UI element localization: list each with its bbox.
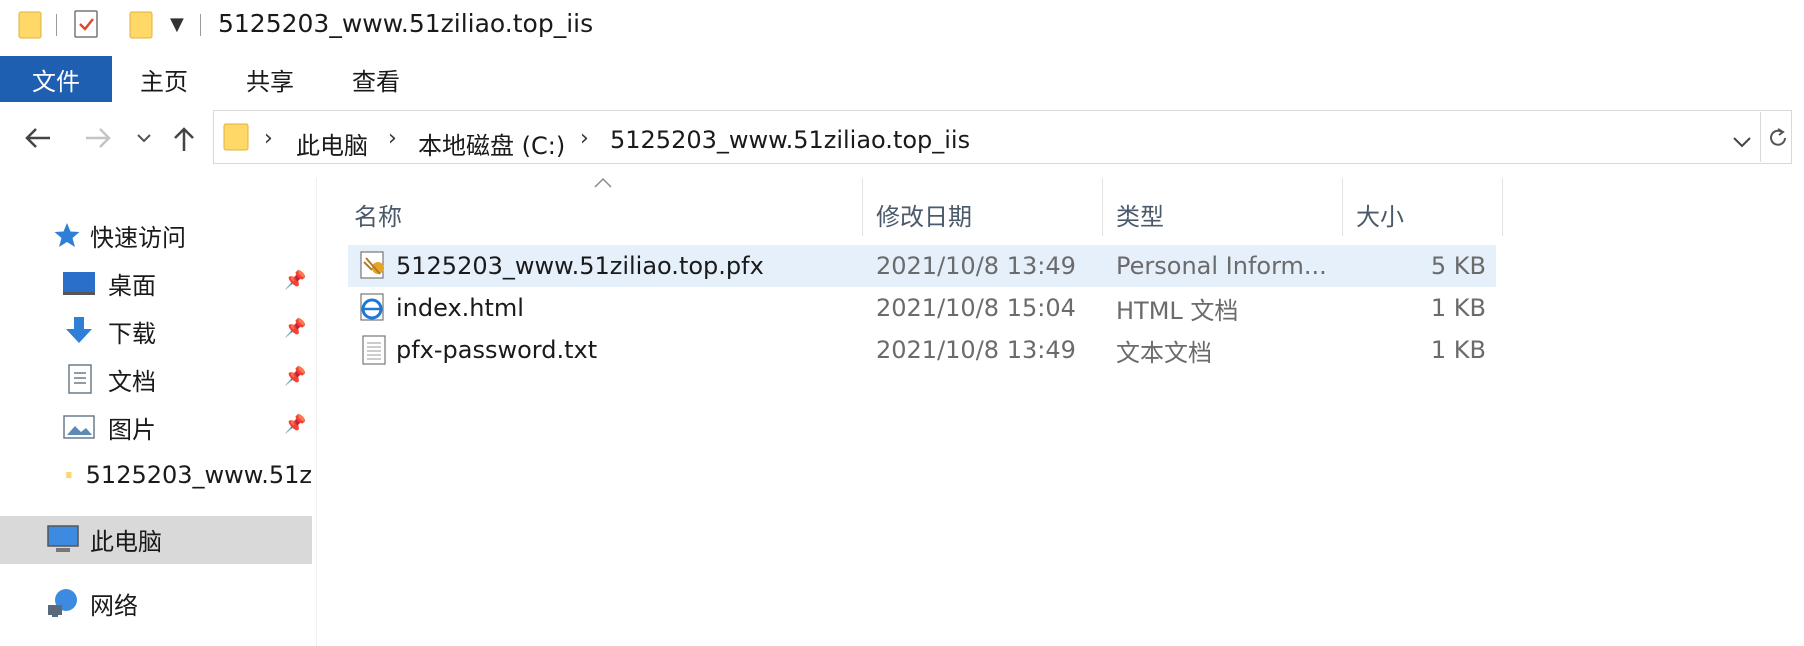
file-type: HTML 文档 bbox=[1116, 296, 1239, 325]
file-row[interactable]: pfx-password.txt 2021/10/8 13:49 文本文档 1 … bbox=[348, 329, 1496, 371]
sidebar-item-label: 文档 bbox=[108, 367, 156, 396]
folder-icon bbox=[66, 472, 72, 478]
chevron-down-icon bbox=[1733, 137, 1751, 148]
window-title: 5125203_www.51ziliao.top_iis bbox=[218, 9, 594, 38]
forward-arrow-icon bbox=[86, 128, 111, 148]
properties-icon[interactable] bbox=[72, 8, 100, 40]
computer-icon bbox=[47, 525, 79, 552]
sidebar-item-desktop[interactable]: 桌面 bbox=[62, 260, 156, 306]
star-icon bbox=[54, 223, 80, 247]
pictures-icon bbox=[63, 415, 95, 439]
breadcrumb-separator[interactable]: › bbox=[264, 126, 273, 151]
column-header-size[interactable]: 大小 bbox=[1356, 192, 1496, 236]
tab-share[interactable]: 共享 bbox=[246, 56, 294, 102]
file-date: 2021/10/8 13:49 bbox=[876, 336, 1076, 364]
column-header-name[interactable]: 名称 bbox=[354, 192, 854, 236]
up-arrow-icon bbox=[174, 127, 194, 151]
sidebar-item-label: 图片 bbox=[108, 415, 156, 444]
pin-icon[interactable]: 📌 bbox=[284, 270, 306, 291]
sidebar-item-folder[interactable]: 5125203_www.51z bbox=[66, 452, 312, 498]
back-arrow-icon bbox=[25, 128, 50, 148]
breadcrumb-separator[interactable]: › bbox=[580, 126, 589, 151]
sidebar-item-quick-access[interactable]: 快速访问 bbox=[52, 212, 186, 258]
sidebar-item-label: 5125203_www.51z bbox=[85, 461, 312, 489]
refresh-icon bbox=[1770, 128, 1786, 146]
tab-view[interactable]: 查看 bbox=[352, 56, 400, 102]
column-header-type[interactable]: 类型 bbox=[1116, 192, 1336, 236]
folder-icon bbox=[222, 122, 252, 152]
chevron-down-icon bbox=[137, 134, 151, 143]
sidebar-item-label: 下载 bbox=[108, 319, 156, 348]
edge-html-icon bbox=[358, 292, 390, 324]
sidebar-item-documents[interactable]: 文档 bbox=[66, 356, 156, 402]
file-row[interactable]: index.html 2021/10/8 15:04 HTML 文档 1 KB bbox=[348, 287, 1496, 329]
tab-home[interactable]: 主页 bbox=[140, 56, 188, 102]
file-row[interactable]: 5125203_www.51ziliao.top.pfx 2021/10/8 1… bbox=[348, 245, 1496, 287]
certificate-icon bbox=[358, 250, 390, 282]
sidebar-item-label: 此电脑 bbox=[90, 527, 162, 556]
sidebar-item-label: 桌面 bbox=[108, 271, 156, 300]
file-size: 1 KB bbox=[1430, 336, 1486, 364]
file-name: 5125203_www.51ziliao.top.pfx bbox=[396, 252, 764, 280]
recent-locations-button[interactable] bbox=[136, 130, 152, 149]
pin-icon[interactable]: 📌 bbox=[284, 366, 306, 387]
divider bbox=[56, 14, 57, 36]
desktop-icon bbox=[63, 272, 95, 295]
refresh-button[interactable] bbox=[1766, 126, 1790, 154]
sidebar-item-this-pc[interactable]: 此电脑 bbox=[46, 516, 162, 562]
download-icon bbox=[66, 317, 92, 343]
column-divider[interactable] bbox=[1102, 178, 1103, 236]
up-button[interactable] bbox=[170, 124, 198, 158]
sort-ascending-icon bbox=[593, 174, 613, 193]
new-folder-icon[interactable] bbox=[128, 10, 156, 40]
title-bar: ▼ 5125203_www.51ziliao.top_iis bbox=[0, 0, 1804, 52]
pin-icon[interactable]: 📌 bbox=[284, 318, 306, 339]
column-divider[interactable] bbox=[862, 178, 863, 236]
file-type: 文本文档 bbox=[1116, 338, 1212, 367]
customize-quick-access-icon[interactable]: ▼ bbox=[170, 14, 184, 35]
document-icon bbox=[68, 364, 92, 394]
network-icon bbox=[48, 589, 77, 617]
pin-icon[interactable]: 📌 bbox=[284, 414, 306, 435]
file-name: pfx-password.txt bbox=[396, 336, 598, 364]
column-divider[interactable] bbox=[1502, 178, 1503, 236]
column-header-date[interactable]: 修改日期 bbox=[876, 192, 1096, 236]
file-date: 2021/10/8 15:04 bbox=[876, 294, 1076, 322]
tab-file[interactable]: 文件 bbox=[0, 56, 112, 102]
text-file-icon bbox=[358, 334, 390, 366]
file-size: 5 KB bbox=[1430, 252, 1486, 280]
column-divider[interactable] bbox=[1342, 178, 1343, 236]
breadcrumb-separator[interactable]: › bbox=[388, 126, 397, 151]
forward-button[interactable] bbox=[82, 124, 114, 156]
address-dropdown-button[interactable] bbox=[1732, 134, 1752, 153]
sidebar-item-label: 快速访问 bbox=[90, 223, 186, 252]
breadcrumb-this-pc[interactable]: 此电脑 bbox=[296, 126, 368, 161]
back-button[interactable] bbox=[22, 124, 54, 156]
folder-icon bbox=[18, 10, 44, 40]
breadcrumb-current-folder[interactable]: 5125203_www.51ziliao.top_iis bbox=[610, 126, 970, 154]
sidebar-item-label: 网络 bbox=[90, 591, 138, 620]
file-type: Personal Inform... bbox=[1116, 252, 1327, 280]
sidebar-item-network[interactable]: 网络 bbox=[46, 580, 138, 626]
divider bbox=[1760, 112, 1761, 162]
breadcrumb-local-disk[interactable]: 本地磁盘 (C:) bbox=[418, 126, 565, 161]
file-date: 2021/10/8 13:49 bbox=[876, 252, 1076, 280]
file-name: index.html bbox=[396, 294, 524, 322]
divider bbox=[200, 14, 201, 36]
sidebar-item-downloads[interactable]: 下载 bbox=[62, 308, 156, 354]
sidebar-item-pictures[interactable]: 图片 bbox=[62, 404, 156, 450]
file-size: 1 KB bbox=[1430, 294, 1486, 322]
